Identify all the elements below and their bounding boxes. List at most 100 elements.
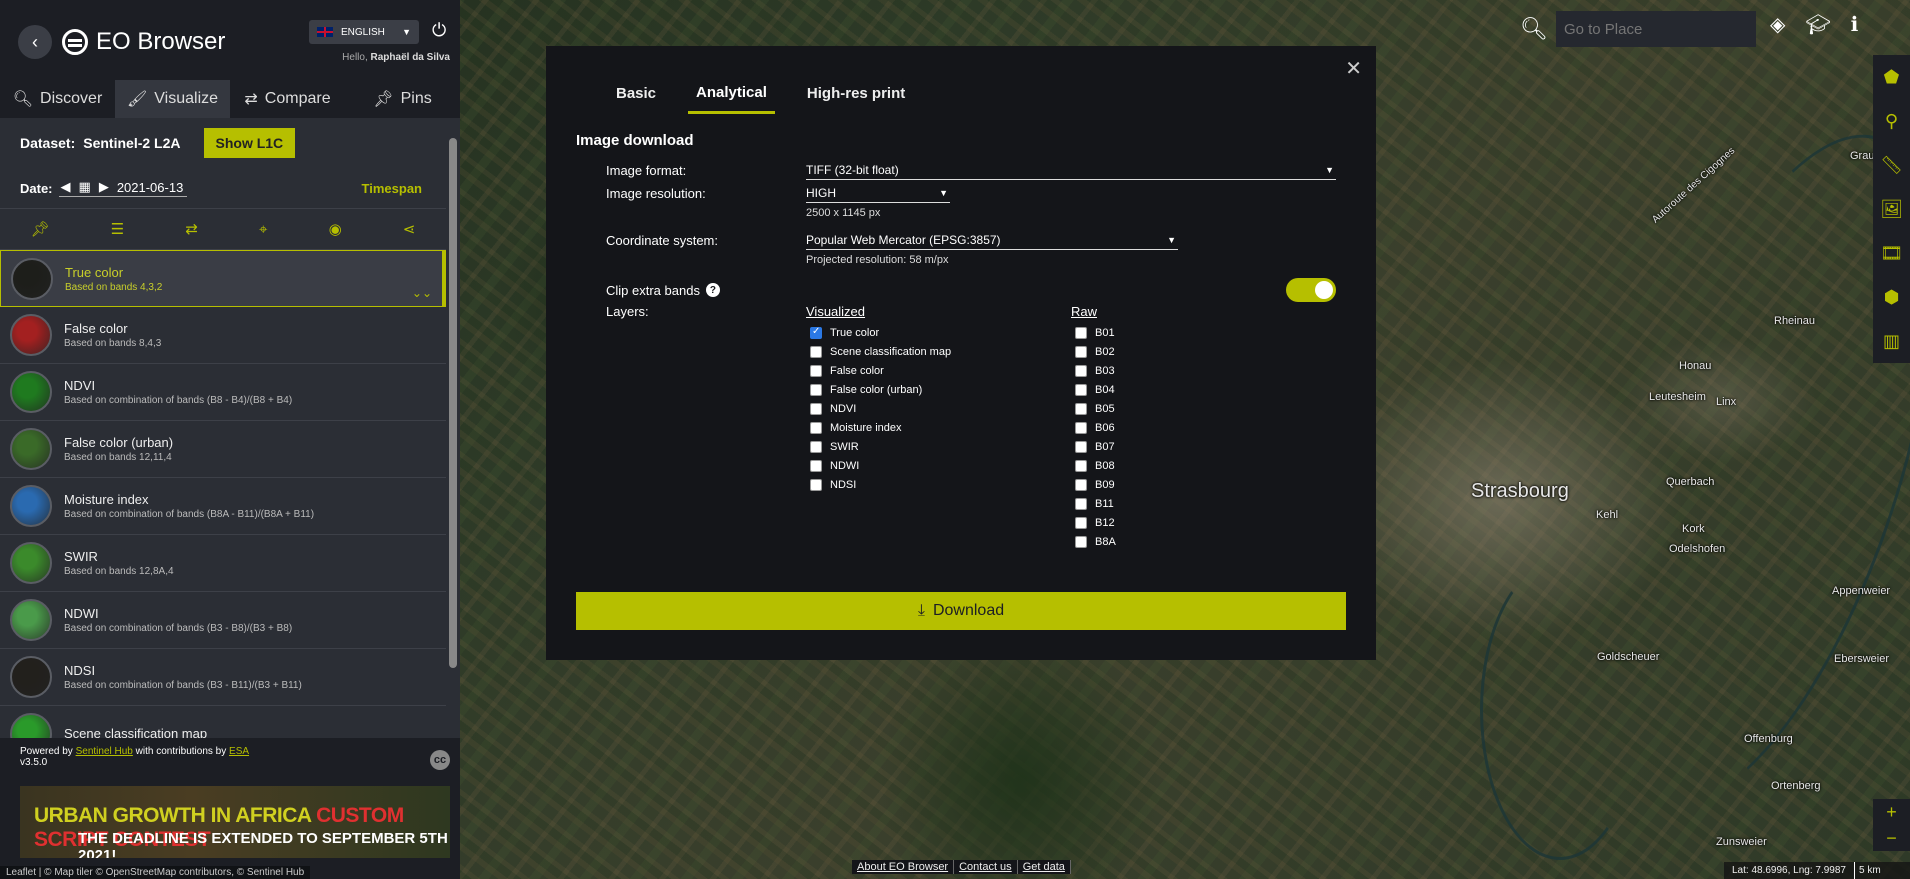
checkbox-icon[interactable] [1075,459,1087,472]
about-link[interactable]: About EO Browser [852,860,955,874]
checkbox-icon[interactable] [1075,497,1087,510]
checkbox-icon[interactable] [1075,421,1087,434]
compare-icon[interactable]: ⇄ [185,220,198,238]
get-data-link[interactable]: Get data [1017,860,1071,874]
go-to-place-input[interactable] [1555,11,1756,47]
tab-high-res-print[interactable]: High-res print [807,85,905,114]
layer-item[interactable]: Moisture index Based on combination of ba… [0,478,446,535]
raw-band-checkbox[interactable]: B08 [1075,456,1336,475]
checkbox-icon[interactable] [1075,364,1087,377]
raw-band-checkbox[interactable]: B8A [1075,532,1336,551]
layer-item[interactable]: False color Based on bands 8,4,3 [0,307,446,364]
resolution-select[interactable]: HIGH ▼ [806,186,950,203]
checkbox-icon[interactable] [1075,345,1087,358]
checkbox-icon[interactable] [1075,516,1087,529]
format-select[interactable]: TIFF (32-bit float) ▼ [806,163,1336,180]
raw-band-checkbox[interactable]: B06 [1075,418,1336,437]
visualized-layer-checkbox[interactable]: NDSI [810,475,1071,494]
layer-item[interactable]: True color Based on bands 4,3,2 ⌄⌄ [0,250,446,307]
checkbox-icon[interactable] [1075,383,1087,396]
raw-band-checkbox[interactable]: B01 [1075,323,1336,342]
image-download-icon[interactable]: 🖼︎ [1873,187,1910,231]
layer-item[interactable]: NDVI Based on combination of bands (B8 - … [0,364,446,421]
checkbox-icon[interactable] [1075,402,1087,415]
pin-icon[interactable]: 📌︎ [31,220,50,238]
checkbox-icon[interactable] [1075,326,1087,339]
checkbox-icon[interactable] [810,345,822,358]
layers-icon[interactable]: ◈ [1770,12,1785,37]
panel-scrollbar[interactable] [446,118,460,738]
layer-item[interactable]: NDSI Based on combination of bands (B3 - … [0,649,446,706]
collapse-panel-button[interactable]: ‹ [18,25,52,59]
show-l1c-button[interactable]: Show L1C [203,128,296,158]
raw-band-checkbox[interactable]: B05 [1075,399,1336,418]
search-icon[interactable]: 🔍︎ [1520,16,1548,42]
zoom-out-button[interactable]: − [1873,825,1910,851]
checkbox-checked-icon[interactable] [810,326,822,339]
visualized-layer-checkbox[interactable]: False color [810,361,1071,380]
logout-button[interactable]: ⏻ [432,20,446,41]
timespan-button[interactable]: Timespan [362,181,422,196]
ruler-icon[interactable]: 📏︎ [1873,143,1910,187]
clip-extra-bands-toggle[interactable] [1286,278,1336,302]
checkbox-icon[interactable] [810,364,822,377]
raw-band-checkbox[interactable]: B09 [1075,475,1336,494]
zoom-in-button[interactable]: + [1873,799,1910,825]
contact-link[interactable]: Contact us [954,860,1018,874]
share-icon[interactable]: ⋖ [403,220,416,238]
visualized-layer-checkbox[interactable]: True color [810,323,1071,342]
location-pin-icon[interactable]: ⚲ [1873,99,1910,143]
visualized-layer-checkbox[interactable]: Scene classification map [810,342,1071,361]
checkbox-icon[interactable] [1075,478,1087,491]
checkbox-icon[interactable] [810,421,822,434]
help-icon[interactable]: ? [705,283,720,297]
raw-band-checkbox[interactable]: B04 [1075,380,1336,399]
visualized-layer-checkbox[interactable]: Moisture index [810,418,1071,437]
tab-visualize[interactable]: 🖌︎ Visualize [115,80,230,118]
close-button[interactable]: ✕ [1345,56,1362,81]
film-icon[interactable]: 🎞︎ [1873,231,1910,275]
language-select[interactable]: ENGLISH ▼ [309,20,419,44]
raw-band-checkbox[interactable]: B12 [1075,513,1336,532]
visualized-layer-checkbox[interactable]: False color (urban) [810,380,1071,399]
cube-icon[interactable]: ⬢ [1873,275,1910,319]
layer-item[interactable]: SWIR Based on bands 12,8A,4 [0,535,446,592]
checkbox-icon[interactable] [1075,440,1087,453]
download-button[interactable]: ⤓ Download [576,592,1346,630]
layer-item[interactable]: Scene classification map [0,706,446,738]
tab-compare[interactable]: ⇄ Compare [230,80,345,118]
cc-icon[interactable]: cc [430,750,450,770]
tab-analytical[interactable]: Analytical [688,84,775,114]
checkbox-icon[interactable] [810,459,822,472]
info-icon[interactable]: ℹ [1851,12,1859,37]
raw-band-checkbox[interactable]: B07 [1075,437,1336,456]
tab-basic[interactable]: Basic [616,85,656,114]
chart-icon[interactable]: ▥ [1873,319,1910,363]
next-date-icon[interactable]: ▶ [99,179,109,195]
esa-link[interactable]: ESA [229,746,249,757]
tab-pins[interactable]: 📌︎ Pins [345,80,460,118]
calendar-icon[interactable]: ▦ [79,179,91,195]
raw-band-checkbox[interactable]: B03 [1075,361,1336,380]
checkbox-icon[interactable] [810,383,822,396]
graduation-cap-icon[interactable]: 🎓︎ [1805,12,1830,37]
scrollbar-thumb[interactable] [449,138,457,668]
raw-band-checkbox[interactable]: B02 [1075,342,1336,361]
layer-item[interactable]: NDWI Based on combination of bands (B3 - … [0,592,446,649]
crs-select[interactable]: Popular Web Mercator (EPSG:3857) ▼ [806,233,1178,250]
date-picker[interactable]: ◀ ▦ ▶ 2021-06-13 [58,179,188,197]
visualized-layer-checkbox[interactable]: NDVI [810,399,1071,418]
tab-discover[interactable]: 🔍︎ Discover [0,80,115,118]
checkbox-icon[interactable] [810,478,822,491]
checkbox-icon[interactable] [810,402,822,415]
contest-banner[interactable]: URBAN GROWTH IN AFRICA CUSTOM SCRIPT CON… [20,786,450,858]
visualized-layer-checkbox[interactable]: NDWI [810,456,1071,475]
layer-item[interactable]: False color (urban) Based on bands 12,11,… [0,421,446,478]
checkbox-icon[interactable] [810,440,822,453]
checkbox-icon[interactable] [1075,535,1087,548]
polygon-tool-icon[interactable]: ⬟ [1873,55,1910,99]
sentinel-hub-link[interactable]: Sentinel Hub [76,746,133,757]
hide-icon[interactable]: ◉ [329,220,342,238]
sliders-icon[interactable]: ☰ [111,220,124,238]
raw-band-checkbox[interactable]: B11 [1075,494,1336,513]
